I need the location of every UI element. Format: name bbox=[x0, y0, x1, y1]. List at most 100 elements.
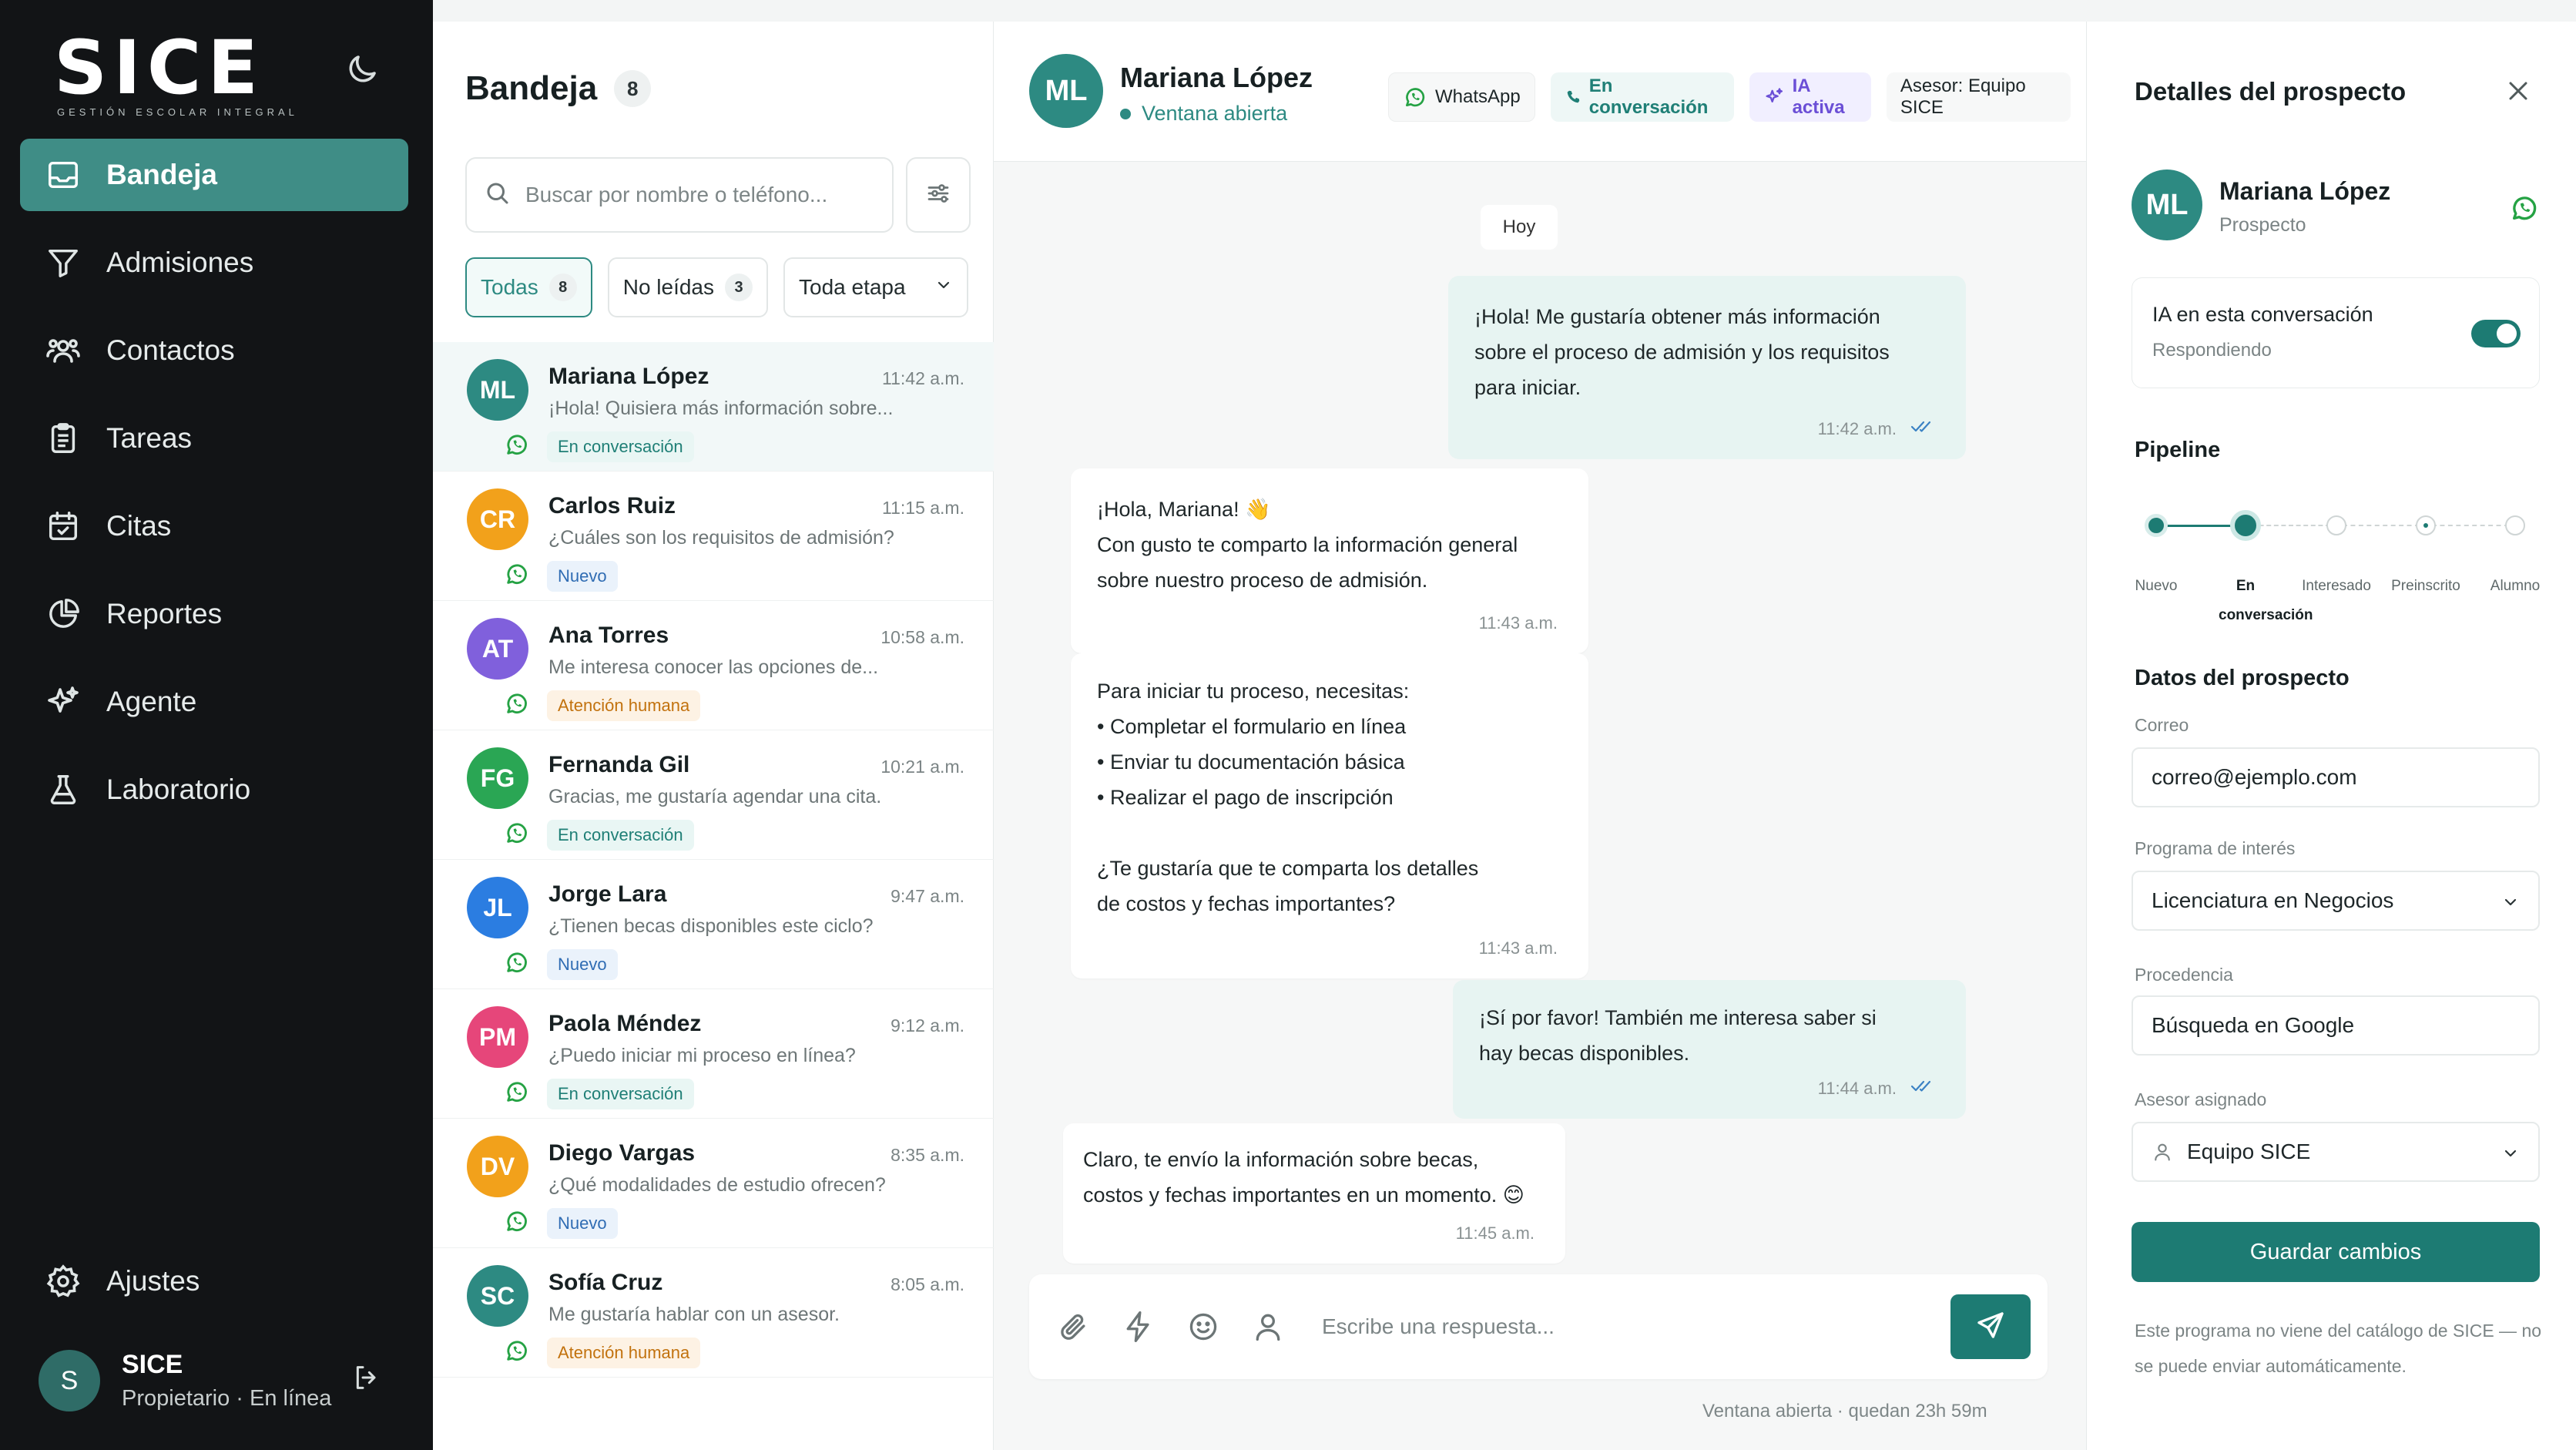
sidebar-item-bandeja[interactable]: Bandeja bbox=[20, 139, 408, 211]
sidebar-item-laboratorio[interactable]: Laboratorio bbox=[20, 754, 408, 826]
sparkle-icon bbox=[1763, 86, 1785, 108]
message-incoming: ¡Hola, Mariana! 👋 Con gusto te comparto l… bbox=[1071, 468, 1588, 653]
chat-status-text: Ventana abierta bbox=[1142, 102, 1288, 125]
pipeline-connector bbox=[2432, 525, 2509, 527]
message-incoming: Claro, te envío la información sobre bec… bbox=[1063, 1123, 1565, 1264]
whatsapp-icon bbox=[504, 1208, 530, 1234]
filter-all[interactable]: Todas 8 bbox=[465, 257, 592, 317]
gear-icon bbox=[43, 1261, 83, 1301]
advisor-select[interactable]: Equipo SICE bbox=[2132, 1122, 2540, 1182]
brand-logo: SICE bbox=[54, 25, 264, 111]
message-incoming: Para iniciar tu proceso, necesitas: • Com… bbox=[1071, 653, 1588, 978]
pipeline-stage-node[interactable] bbox=[2416, 515, 2436, 535]
message-time: 11:42 a.m. bbox=[1817, 419, 1897, 438]
person-icon[interactable] bbox=[1251, 1310, 1285, 1344]
inbox-icon bbox=[43, 155, 83, 195]
message-line: Claro, te envío la información sobre bec… bbox=[1083, 1148, 1479, 1171]
close-icon[interactable] bbox=[2503, 76, 2534, 106]
sidebar-item-agente[interactable]: Agente bbox=[20, 666, 408, 738]
conversation-item[interactable]: ML Mariana López 11:42 a.m. ¡Hola! Quisiera… bbox=[433, 342, 994, 472]
sidebar-item-ajustes[interactable]: Ajustes bbox=[20, 1245, 408, 1317]
conversation-name: Carlos Ruiz bbox=[548, 493, 676, 519]
message-line: Con gusto te comparto la información gen… bbox=[1097, 533, 1518, 556]
conversation-item[interactable]: AT Ana Torres 10:58 a.m. Me interesa conoce… bbox=[433, 601, 994, 730]
pipeline-stage-node[interactable] bbox=[2230, 510, 2261, 541]
message-line: ¿Te gustaría que te comparta los detalle… bbox=[1097, 857, 1479, 880]
online-dot bbox=[1120, 108, 1131, 119]
filter-unread[interactable]: No leídas 3 bbox=[607, 257, 769, 317]
emoji-icon[interactable] bbox=[1186, 1310, 1220, 1344]
sidebar-item-admisiones[interactable]: Admisiones bbox=[20, 227, 408, 299]
sidebar-item-label: Admisiones bbox=[106, 247, 254, 278]
sidebar-item-label: Reportes bbox=[106, 598, 223, 629]
reply-input[interactable] bbox=[1322, 1302, 1861, 1351]
prospect-data-title: Datos del prospecto bbox=[2135, 666, 2350, 690]
user-name: SICE bbox=[122, 1350, 183, 1379]
conversation-time: 9:47 a.m. bbox=[891, 886, 964, 906]
conversation-item[interactable]: CR Carlos Ruiz 11:15 a.m. ¿Cuáles son los r… bbox=[433, 472, 994, 601]
status-badge: Atención humana bbox=[547, 690, 701, 721]
ai-toggle[interactable] bbox=[2471, 320, 2521, 347]
conversation-preview: ¿Qué modalidades de estudio ofrecen? bbox=[548, 1174, 886, 1196]
conversation-item[interactable]: JL Jorge Lara 9:47 a.m. ¿Tienen becas dispo… bbox=[433, 860, 994, 989]
lightning-icon[interactable] bbox=[1122, 1310, 1156, 1344]
user-profile[interactable]: S SICE Propietario · En línea bbox=[39, 1342, 401, 1419]
status-badge: En conversación bbox=[547, 1079, 694, 1109]
send-button[interactable] bbox=[1950, 1294, 2031, 1359]
program-select[interactable]: Licenciatura en Negocios bbox=[2132, 871, 2540, 931]
conversation-item[interactable]: DV Diego Vargas 8:35 a.m. ¿Qué modalidades … bbox=[433, 1119, 994, 1248]
avatar: PM bbox=[467, 1006, 528, 1068]
search-input[interactable] bbox=[525, 183, 864, 207]
prospect-name: Mariana López bbox=[2219, 177, 2391, 205]
message-line: ¡Hola, Mariana! 👋 bbox=[1097, 498, 1271, 521]
avatar: ML bbox=[467, 359, 528, 421]
pipeline-stage-node[interactable] bbox=[2505, 515, 2525, 535]
conversation-preview: Gracias, me gustaría agendar una cita. bbox=[548, 786, 882, 807]
conversation-time: 11:42 a.m. bbox=[882, 368, 964, 388]
conversation-item[interactable]: FG Fernanda Gil 10:21 a.m. Gracias, me gust… bbox=[433, 730, 994, 860]
double-check-icon bbox=[1897, 1071, 1935, 1106]
conversation-time: 8:35 a.m. bbox=[891, 1145, 964, 1165]
moon-icon[interactable] bbox=[344, 51, 381, 88]
email-field[interactable]: correo@ejemplo.com bbox=[2132, 747, 2540, 807]
whatsapp-icon bbox=[504, 820, 530, 846]
pie-chart-icon bbox=[43, 594, 83, 634]
filter-settings-button[interactable] bbox=[906, 157, 971, 233]
logout-icon[interactable] bbox=[351, 1362, 382, 1393]
sidebar-settings: Ajustes bbox=[20, 1245, 408, 1333]
attachment-icon[interactable] bbox=[1057, 1310, 1091, 1344]
sidebar-item-label: Ajustes bbox=[106, 1265, 200, 1297]
message-meta: 11:44 a.m. bbox=[1818, 1071, 1935, 1106]
sidebar-item-label: Tareas bbox=[106, 422, 193, 454]
origin-label: Procedencia bbox=[2135, 965, 2233, 985]
stage-select[interactable]: Toda etapa bbox=[783, 257, 969, 317]
conversation-item[interactable]: SC Sofía Cruz 8:05 a.m. Me gustaría hablar … bbox=[433, 1248, 994, 1378]
stage-tag: En conversación bbox=[1550, 72, 1734, 122]
avatar: SC bbox=[467, 1265, 528, 1327]
chat-header: ML Mariana López Ventana abierta WhatsAp… bbox=[994, 22, 2086, 162]
conversation-time: 11:15 a.m. bbox=[882, 498, 964, 518]
sliders-icon bbox=[924, 180, 952, 211]
sidebar: SICE GESTIÓN ESCOLAR INTEGRAL Bandeja Ad… bbox=[0, 0, 433, 1450]
conversation-item[interactable]: PM Paola Méndez 9:12 a.m. ¿Puedo iniciar mi… bbox=[433, 989, 994, 1119]
sidebar-item-contactos[interactable]: Contactos bbox=[20, 314, 408, 387]
sidebar-item-tareas[interactable]: Tareas bbox=[20, 402, 408, 475]
advisor-label: Asesor asignado bbox=[2135, 1089, 2267, 1109]
sidebar-item-reportes[interactable]: Reportes bbox=[20, 578, 408, 650]
pipeline-stage-node[interactable] bbox=[2145, 514, 2168, 537]
save-changes-button[interactable]: Guardar cambios bbox=[2132, 1222, 2540, 1282]
avatar: AT bbox=[467, 618, 528, 680]
origin-field[interactable]: Búsqueda en Google bbox=[2132, 995, 2540, 1056]
pipeline-stage-node[interactable] bbox=[2326, 515, 2346, 535]
brand: SICE GESTIÓN ESCOLAR INTEGRAL bbox=[54, 31, 298, 118]
prospect-role: Prospecto bbox=[2219, 214, 2306, 236]
channel-tag: WhatsApp bbox=[1388, 72, 1535, 122]
message-line: ¡Sí por favor! También me interesa saber… bbox=[1479, 1006, 1877, 1029]
program-label: Programa de interés bbox=[2135, 838, 2296, 858]
pipeline-stage-label: Preinscrito bbox=[2391, 578, 2460, 594]
sidebar-item-citas[interactable]: Citas bbox=[20, 490, 408, 562]
conversation-time: 9:12 a.m. bbox=[891, 1015, 964, 1035]
chat-contact-name: Mariana López bbox=[1120, 62, 1313, 93]
message-line: para iniciar. bbox=[1474, 376, 1581, 399]
status-badge: Nuevo bbox=[547, 561, 618, 592]
